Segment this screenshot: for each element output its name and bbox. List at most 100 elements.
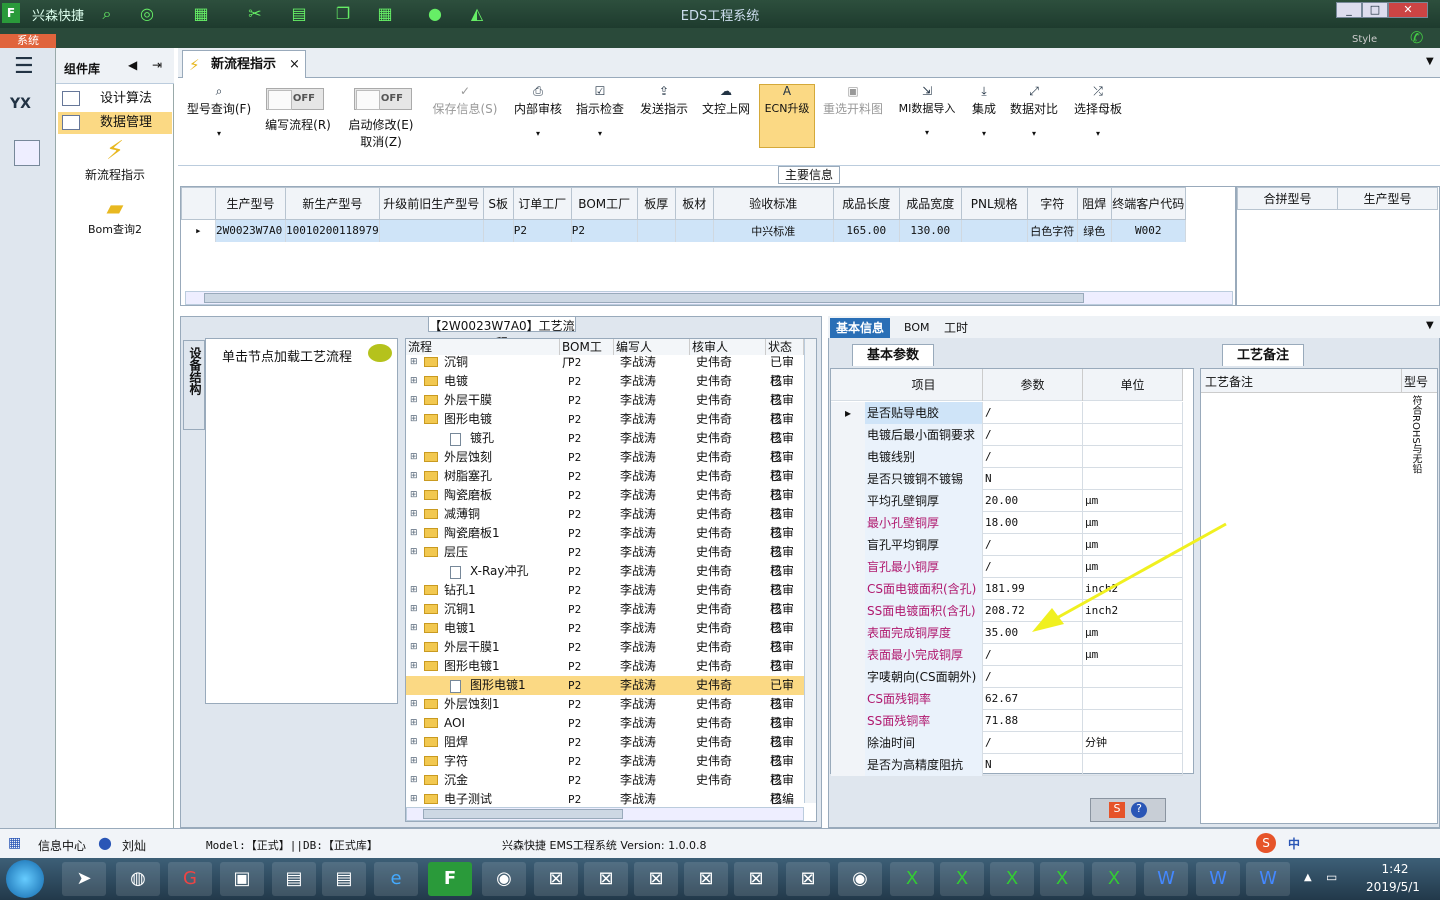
expand-icon[interactable]: ⊞ — [410, 619, 418, 638]
expand-icon[interactable]: ⊞ — [410, 600, 418, 619]
ime-mode[interactable]: 中 — [1288, 835, 1300, 852]
tree-row[interactable]: ⊞ 沉金 P2 李战涛 史伟奇 已审核 — [406, 771, 804, 806]
scroll-thumb[interactable] — [204, 293, 1084, 303]
word-icon[interactable]: W — [1144, 862, 1188, 896]
col-header[interactable]: 新生产型号 — [285, 187, 380, 220]
col-header[interactable]: 升级前旧生产型号 — [378, 187, 484, 220]
taskbar-app-icon[interactable]: ◍ — [116, 862, 160, 896]
table-cell[interactable]: 165.00 — [833, 219, 900, 242]
table-cell[interactable]: 中兴标准 — [713, 219, 834, 242]
param-row[interactable]: CS面残铜率 62.67 — [831, 688, 1183, 710]
table-cell[interactable]: P2 — [571, 219, 638, 242]
internal-review-button[interactable]: ⎙ 内部审核 ▾ — [510, 84, 566, 154]
tab-dropdown-icon[interactable]: ▼ — [1426, 56, 1434, 67]
model-query-button[interactable]: ⌕ 型号查询(F) ▾ — [184, 84, 254, 154]
taskbar-app-icon[interactable]: ⊠ — [734, 862, 778, 896]
tree-row[interactable]: ⊞图形电镀1P2李战涛史伟奇已审核 — [406, 657, 804, 692]
param-row[interactable]: 除油时间 / 分钟 — [831, 732, 1183, 754]
tab-work-hours[interactable]: 工时 — [938, 318, 974, 338]
search-icon[interactable]: ⌕ — [96, 4, 118, 24]
param-row[interactable]: 是否只镀铜不镀锡 N — [831, 468, 1183, 490]
save-info-button[interactable]: ✓ 保存信息(S) — [428, 84, 502, 154]
taskbar-app-icon[interactable]: ▤ — [272, 862, 316, 896]
system-tab[interactable]: 系统 — [0, 34, 56, 48]
expand-icon[interactable]: ⊞ — [410, 524, 418, 543]
expand-icon[interactable]: ⊞ — [410, 695, 418, 714]
excel-icon[interactable]: X — [940, 862, 984, 896]
device-structure-tab[interactable]: 设备结构 — [183, 340, 205, 430]
close-button[interactable]: ✕ — [1388, 2, 1428, 18]
col-header[interactable]: 板材 — [674, 187, 714, 220]
yx-icon[interactable]: YX — [10, 96, 31, 112]
expand-icon[interactable]: ⊞ — [410, 638, 418, 657]
param-value[interactable]: 71.88 — [983, 710, 1083, 732]
param-row[interactable]: 电镀后最小面铜要求 / — [831, 424, 1183, 446]
sogou-icon[interactable]: S — [1109, 802, 1125, 818]
expand-icon[interactable]: ⊞ — [410, 543, 418, 562]
grid-icon[interactable]: ▦ — [374, 4, 396, 24]
select-master-board-button[interactable]: ⤮ 选择母板 ▾ — [1070, 84, 1126, 154]
expand-icon[interactable]: ⊞ — [410, 714, 418, 733]
tree-row[interactable]: X-Ray冲孔 P2 李战涛 史伟奇 已审核 — [406, 562, 804, 597]
taskbar-app-icon[interactable]: ▤ — [322, 862, 366, 896]
col-merge-model[interactable]: 合拼型号 — [1237, 187, 1338, 210]
tree-row[interactable]: ⊞ 字符 P2 李战涛 史伟奇 已审核 — [406, 752, 804, 787]
shortcut-new-flow[interactable]: ⚡ 新流程指示 — [60, 136, 170, 192]
param-row[interactable]: 是否为高精度阻抗 N — [831, 754, 1183, 776]
copy-icon[interactable]: ❐ — [332, 4, 354, 24]
tree-row[interactable]: 镀孔 P2 李战涛 史伟奇 已审核 — [406, 429, 804, 464]
param-row[interactable]: ▸ 是否贴导电胶 / — [831, 402, 1183, 424]
tab-basic-info[interactable]: 基本信息 — [830, 318, 891, 338]
col-header[interactable]: 验收标准 — [712, 187, 834, 220]
collapse-left-icon[interactable]: ◀ — [128, 58, 137, 72]
word-icon[interactable]: W — [1246, 862, 1290, 896]
tree-row[interactable]: ⊞ 外层蚀刻 P2 李战涛 史伟奇 已审核 — [406, 448, 804, 483]
write-flow-toggle[interactable]: OFF — [266, 88, 324, 110]
expand-icon[interactable]: ⊞ — [410, 467, 418, 486]
taskbar-app-icon[interactable]: ➤ — [62, 862, 106, 896]
table-cell[interactable] — [675, 219, 714, 242]
tree-row[interactable]: ⊞ 外层干膜1 P2 李战涛 史伟奇 已审核 — [406, 638, 804, 673]
param-row[interactable]: 电镀线别 / — [831, 446, 1183, 468]
param-row[interactable]: SS面残铜率 71.88 — [831, 710, 1183, 732]
tab-close-icon[interactable]: × — [289, 51, 300, 79]
excel-icon[interactable]: X — [990, 862, 1034, 896]
taskbar-app-icon[interactable]: ⊠ — [584, 862, 628, 896]
excel-icon[interactable]: X — [1092, 862, 1136, 896]
param-value[interactable]: 20.00 — [983, 490, 1083, 512]
taskbar-app-icon[interactable]: G — [168, 862, 212, 896]
detail-dropdown-icon[interactable]: ▼ — [1426, 320, 1434, 331]
tree-row[interactable]: 图形电镀1 P2 李战涛 史伟奇 已审核 — [406, 676, 804, 711]
calculator-icon[interactable] — [14, 140, 40, 166]
col-header[interactable]: 阻焊 — [1076, 187, 1112, 220]
table-cell[interactable]: 10010200118979 — [285, 219, 380, 242]
tree-row[interactable]: ⊞ 电镀1 P2 李战涛 史伟奇 已审核 — [406, 619, 804, 654]
ecn-upgrade-button[interactable]: A ECN升级 — [760, 84, 814, 154]
col-prod-model[interactable]: 生产型号 — [1337, 187, 1438, 210]
tab-bom[interactable]: BOM — [898, 318, 936, 338]
expand-icon[interactable]: ⊞ — [410, 733, 418, 752]
notes-model-header[interactable]: 型号 — [1401, 369, 1437, 393]
expand-icon[interactable]: ⊞ — [410, 410, 418, 429]
expand-icon[interactable]: ⊞ — [410, 448, 418, 467]
table-cell[interactable] — [379, 219, 484, 242]
param-value[interactable]: N — [983, 468, 1083, 490]
col-unit[interactable]: 单位 — [1083, 369, 1183, 401]
instruction-check-button[interactable]: ☑ 指示检查 ▾ — [572, 84, 628, 154]
nav-item-design-algorithm[interactable]: 设计算法 — [58, 88, 172, 110]
integrate-button[interactable]: ⤓ 集成 ▾ — [966, 84, 1002, 154]
param-row[interactable]: 表面最小完成铜厚 / μm — [831, 644, 1183, 666]
col-header[interactable]: 终端客户代码 — [1110, 187, 1186, 220]
table-cell[interactable]: 白色字符 — [1027, 219, 1078, 242]
doc-online-button[interactable]: ☁ 文控上网 — [698, 84, 754, 154]
scroll-thumb[interactable] — [423, 809, 623, 819]
col-header[interactable]: BOM工厂 — [570, 187, 638, 220]
expand-icon[interactable]: ⊞ — [410, 372, 418, 391]
tree-row[interactable]: ⊞ 陶瓷磨板1 P2 李战涛 史伟奇 已审核 — [406, 524, 804, 559]
tree-row[interactable]: ⊞ AOI P2 李战涛 史伟奇 已审核 — [406, 714, 804, 749]
network-icon[interactable]: ▭ — [1326, 870, 1337, 884]
info-center-label[interactable]: 信息中心 — [38, 837, 86, 854]
col-header[interactable]: 成品宽度 — [898, 187, 962, 220]
pin-icon[interactable]: ⇥ — [152, 58, 162, 72]
param-value[interactable]: 62.67 — [983, 688, 1083, 710]
